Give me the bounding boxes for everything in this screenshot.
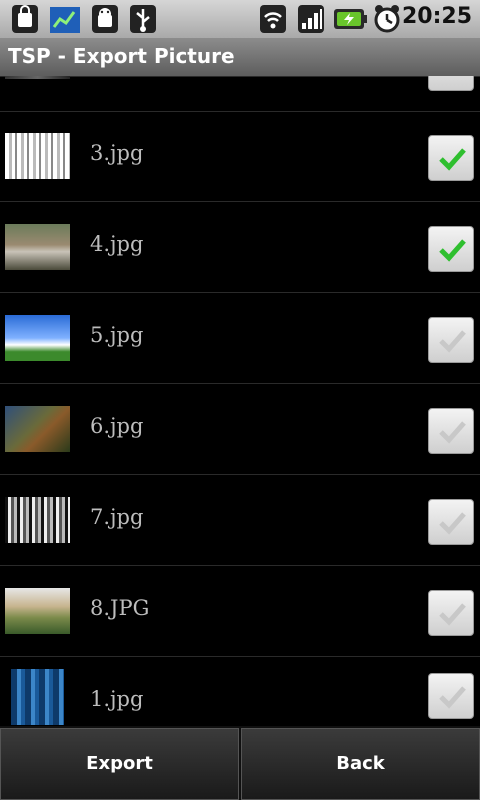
file-name: 1.jpg xyxy=(90,687,144,711)
picture-list[interactable]: 3.jpg 4.jpg 5.jpg 6.jpg 7.jpg 8.JPG 1.jp… xyxy=(0,76,480,726)
list-item[interactable]: 6.jpg xyxy=(0,384,480,475)
status-bar: 20:25 xyxy=(0,0,480,38)
checkbox[interactable] xyxy=(428,317,474,363)
list-item[interactable]: 7.jpg xyxy=(0,475,480,566)
thumbnail-image xyxy=(5,406,70,452)
wifi-icon xyxy=(258,3,288,35)
title-bar: TSP - Export Picture xyxy=(0,38,480,77)
stock-chart-icon xyxy=(48,3,80,35)
export-button[interactable]: Export xyxy=(0,728,239,800)
alarm-clock-icon xyxy=(372,3,402,35)
list-item[interactable]: 3.jpg xyxy=(0,111,480,202)
thumbnail-image xyxy=(5,315,70,361)
checkbox[interactable] xyxy=(428,76,474,91)
bottom-bar: Export Back xyxy=(0,726,480,800)
thumbnail-image xyxy=(5,588,70,634)
thumbnail-image xyxy=(5,133,70,179)
clock-time: 20:25 xyxy=(401,4,472,29)
android-debug-icon xyxy=(90,3,120,35)
file-name: 5.jpg xyxy=(90,323,144,347)
file-name: 3.jpg xyxy=(90,141,144,165)
file-name: 8.JPG xyxy=(90,596,150,620)
checkbox[interactable] xyxy=(428,408,474,454)
checkbox[interactable] xyxy=(428,590,474,636)
usb-icon xyxy=(128,3,158,35)
list-item[interactable] xyxy=(0,76,480,112)
thumbnail-image xyxy=(5,76,70,79)
checkbox[interactable] xyxy=(428,673,474,719)
page-title: TSP - Export Picture xyxy=(8,44,235,68)
thumbnail-image xyxy=(5,224,70,270)
list-item[interactable]: 8.JPG xyxy=(0,566,480,657)
checkbox[interactable] xyxy=(428,226,474,272)
list-item[interactable]: 5.jpg xyxy=(0,293,480,384)
file-name: 6.jpg xyxy=(90,414,144,438)
back-button[interactable]: Back xyxy=(241,728,480,800)
checkbox[interactable] xyxy=(428,135,474,181)
thumbnail-image xyxy=(11,669,64,725)
file-name: 4.jpg xyxy=(90,232,144,256)
shopping-bag-icon xyxy=(10,3,40,35)
list-item[interactable]: 1.jpg xyxy=(0,657,480,726)
file-name: 7.jpg xyxy=(90,505,144,529)
checkbox[interactable] xyxy=(428,499,474,545)
list-item[interactable]: 4.jpg xyxy=(0,202,480,293)
signal-icon xyxy=(296,3,326,35)
thumbnail-image xyxy=(5,497,70,543)
battery-charging-icon xyxy=(332,3,368,35)
